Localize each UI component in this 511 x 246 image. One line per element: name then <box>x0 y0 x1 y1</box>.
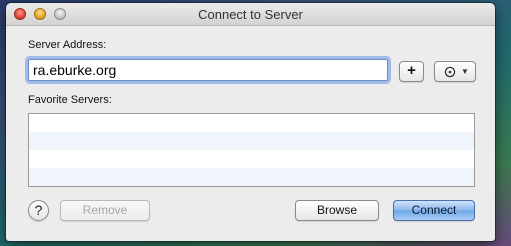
favorite-servers-list[interactable] <box>28 113 475 187</box>
list-item <box>29 114 474 132</box>
server-address-input[interactable] <box>28 59 388 81</box>
server-address-label: Server Address: <box>28 39 107 51</box>
connect-button[interactable]: Connect <box>393 200 475 221</box>
list-item <box>29 150 474 168</box>
window-title: Connect to Server <box>198 7 303 22</box>
list-item <box>29 132 474 150</box>
add-favorite-button[interactable]: + <box>399 61 424 82</box>
connect-to-server-window: Connect to Server Server Address: + ▼ Fa… <box>6 3 495 241</box>
favorite-servers-label: Favorite Servers: <box>28 94 112 106</box>
browse-button[interactable]: Browse <box>295 200 379 221</box>
gear-icon <box>444 66 456 78</box>
chevron-down-icon: ▼ <box>461 67 469 76</box>
remove-button[interactable]: Remove <box>60 200 150 221</box>
list-item <box>29 168 474 186</box>
help-button[interactable]: ? <box>28 200 49 221</box>
action-menu-button[interactable]: ▼ <box>434 61 476 82</box>
title-bar: Connect to Server <box>6 3 495 26</box>
